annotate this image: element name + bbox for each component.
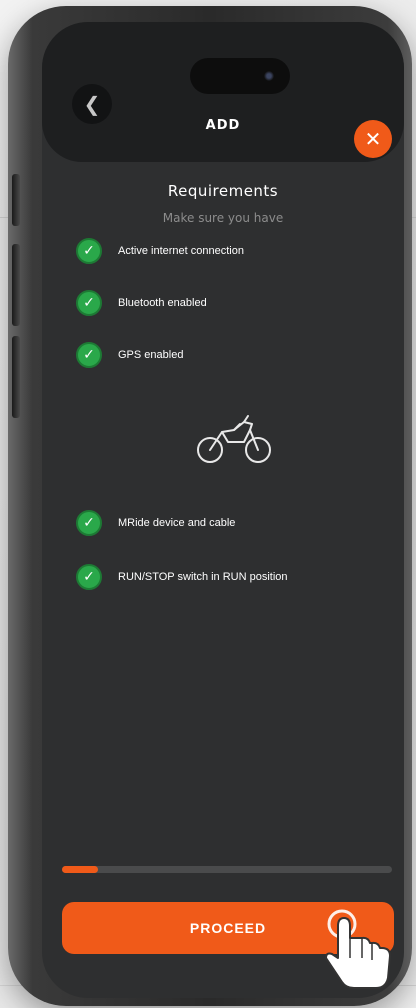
requirement-label: Active internet connection [118,245,244,257]
progress-bar [62,866,392,873]
background: ❮ ADD ✕ Requirements Make sure you have … [0,0,416,1008]
tap-hand-icon [325,909,391,989]
phone-volume-up-button [12,244,20,326]
progress-bar-fill [62,866,99,873]
chevron-left-icon: ❮ [83,92,101,116]
requirement-item-internet: ✓ Active internet connection [76,236,244,266]
requirement-item-bluetooth: ✓ Bluetooth enabled [76,288,207,318]
page-title: ADD [205,118,241,133]
requirement-label: Bluetooth enabled [118,297,207,309]
check-icon: ✓ [76,342,102,368]
close-icon: ✕ [364,127,382,151]
check-icon: ✓ [76,238,102,264]
check-icon: ✓ [76,564,102,590]
requirement-label: RUN/STOP switch in RUN position [118,571,288,583]
camera-icon [264,71,274,81]
requirement-label: MRide device and cable [118,517,236,529]
phone-frame: ❮ ADD ✕ Requirements Make sure you have … [8,6,412,1006]
check-icon: ✓ [76,510,102,536]
phone-mute-switch [12,174,20,226]
requirement-item-device: ✓ MRide device and cable [76,508,235,538]
dynamic-island [190,58,290,94]
requirement-label: GPS enabled [118,349,184,361]
app-screen: ❮ ADD ✕ Requirements Make sure you have … [42,22,404,998]
requirement-item-gps: ✓ GPS enabled [76,340,183,370]
requirements-title: Requirements [167,182,279,200]
close-button[interactable]: ✕ [354,120,392,158]
requirement-item-run-stop: ✓ RUN/STOP switch in RUN position [76,562,288,592]
phone-volume-down-button [12,336,20,418]
requirements-subtitle: Make sure you have [162,211,284,225]
check-icon: ✓ [76,290,102,316]
app-header: ❮ ADD ✕ [42,22,404,162]
motorcycle-icon [197,415,271,463]
